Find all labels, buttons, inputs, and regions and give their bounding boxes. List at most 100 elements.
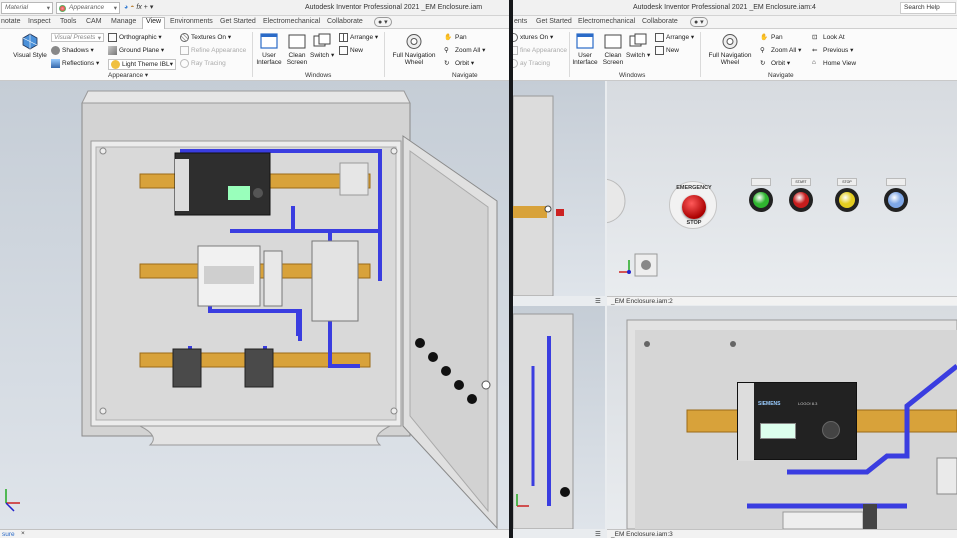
right-bottom-left-viewport[interactable] bbox=[513, 306, 605, 529]
previous-view-button[interactable]: ⇐ Previous ▾ bbox=[812, 46, 853, 55]
emergency-stop-button[interactable] bbox=[682, 195, 706, 219]
right-inventor-window: Autodesk Inventor Professional 2021 _EM … bbox=[513, 0, 957, 538]
ray-tracing-label: ay Tracing bbox=[520, 60, 550, 68]
ribbon-options-icon[interactable]: ● ▾ bbox=[374, 17, 392, 27]
left-3d-viewport[interactable] bbox=[0, 81, 509, 529]
switch-button[interactable]: Switch ▾ bbox=[626, 33, 650, 59]
ray-tracing-button[interactable]: ay Tracing bbox=[513, 59, 550, 68]
zoom-all-button[interactable]: ⚲ Zoom All ▾ bbox=[444, 46, 485, 55]
lighting-style-dropdown[interactable]: Light Theme IBL ▾ bbox=[108, 59, 176, 70]
search-help-field[interactable]: Search Help bbox=[900, 2, 956, 14]
textures-icon bbox=[180, 33, 189, 42]
new-window-label: New bbox=[666, 47, 680, 55]
tab-collaborate[interactable]: Collaborate bbox=[642, 18, 678, 25]
close-tab-icon[interactable]: × bbox=[21, 530, 25, 537]
tab-get-started[interactable]: Get Started bbox=[220, 18, 256, 25]
switch-button[interactable]: Switch ▾ bbox=[310, 33, 334, 59]
appearance-panel-title[interactable]: Appearance ▾ bbox=[108, 71, 148, 79]
tabs-menu-icon[interactable]: ☰ bbox=[595, 297, 601, 305]
reflections-button[interactable]: Reflections ▾ bbox=[51, 59, 99, 68]
panel-separator bbox=[384, 32, 385, 77]
switch-icon bbox=[313, 33, 331, 47]
look-at-button[interactable]: ⊡ Look At bbox=[812, 33, 845, 42]
appearance-dropdown[interactable]: Appearance ▾ bbox=[56, 2, 120, 14]
new-window-button[interactable]: New bbox=[655, 46, 679, 55]
zoom-all-label: Zoom All bbox=[455, 47, 481, 55]
tab-environments[interactable]: Environments bbox=[170, 18, 213, 25]
window-title: Autodesk Inventor Professional 2021 _EM … bbox=[305, 4, 483, 11]
right-top-viewport[interactable]: ◎ ✋ ⚲ ↻ ⊡ EMERGENCY STOP bbox=[607, 81, 957, 296]
left-viewport-tabs: sure × bbox=[0, 529, 509, 538]
full-navigation-wheel-button[interactable]: Full Navigation Wheel bbox=[388, 33, 440, 67]
new-window-button[interactable]: New bbox=[339, 46, 363, 55]
tab-annotate[interactable]: notate bbox=[1, 18, 20, 25]
enclosure-side-view bbox=[513, 95, 564, 296]
ground-plane-button[interactable]: Ground Plane ▾ bbox=[108, 46, 164, 55]
blue-pilot-light bbox=[884, 178, 908, 212]
textures-on-button[interactable]: Textures On ▾ bbox=[180, 33, 231, 42]
axis-origin bbox=[627, 270, 631, 274]
look-at-label: Look At bbox=[823, 34, 845, 42]
tab-inspect[interactable]: Inspect bbox=[28, 18, 51, 25]
shadows-button[interactable]: Shadows ▾ bbox=[51, 46, 94, 55]
orbit-button[interactable]: ↻ Orbit ▾ bbox=[760, 59, 790, 68]
tabs-menu-icon[interactable]: ☰ bbox=[595, 530, 601, 538]
ray-tracing-button[interactable]: Ray Tracing bbox=[180, 59, 226, 68]
right-top-left-viewport[interactable] bbox=[513, 81, 605, 296]
visual-style-button[interactable]: Visual Style bbox=[10, 33, 50, 59]
orbit-button[interactable]: ↻ Orbit ▾ bbox=[444, 59, 474, 68]
tab-manage[interactable]: Manage bbox=[111, 18, 136, 25]
refine-appearance-button[interactable]: Refine Appearance bbox=[180, 46, 246, 55]
tab-get-started[interactable]: Get Started bbox=[536, 18, 572, 25]
tab-environments[interactable]: ents bbox=[514, 18, 527, 25]
refine-appearance-icon bbox=[180, 46, 189, 55]
arrange-button[interactable]: Arrange ▾ bbox=[339, 33, 378, 42]
user-interface-button[interactable]: User Interface bbox=[255, 33, 283, 67]
material-value: Material bbox=[5, 4, 29, 11]
door-lock-cylinder bbox=[641, 260, 651, 270]
pan-button[interactable]: ✋ Pan bbox=[444, 33, 467, 42]
visual-presets-dropdown[interactable]: Visual Presets ▾ bbox=[51, 33, 104, 42]
home-view-button[interactable]: ⌂ Home View bbox=[812, 59, 856, 68]
zoom-all-button[interactable]: ⚲ Zoom All ▾ bbox=[760, 46, 801, 55]
chevron-down-icon: ▾ bbox=[97, 35, 101, 42]
textures-on-button[interactable]: xtures On ▾ bbox=[513, 33, 553, 42]
start-pushbutton[interactable]: START bbox=[789, 178, 813, 212]
orthographic-button[interactable]: Orthographic ▾ bbox=[108, 33, 162, 42]
tab-electromechanical[interactable]: Electromechanical bbox=[263, 18, 320, 25]
clean-screen-button[interactable]: Clean Screen bbox=[600, 33, 626, 67]
arrange-button[interactable]: Arrange ▾ bbox=[655, 33, 694, 42]
clean-screen-button[interactable]: Clean Screen bbox=[284, 33, 310, 67]
stop-pushbutton[interactable]: STOP bbox=[835, 178, 859, 212]
new-window-icon bbox=[655, 46, 664, 55]
viewport-tab-3[interactable]: _EM Enclosure.iam:3 bbox=[611, 531, 673, 538]
right-bottom-viewport[interactable]: SIEMENS LOGO! 8.3 bbox=[607, 306, 957, 529]
appearance-value: Appearance bbox=[69, 4, 105, 11]
tab-view[interactable]: View bbox=[142, 17, 166, 29]
tab-electromechanical[interactable]: Electromechanical bbox=[578, 18, 635, 25]
appearance-panel-label: Appearance bbox=[108, 72, 144, 79]
quick-access-icons[interactable]: ◕ ◓ fx + ▾ bbox=[124, 3, 153, 11]
plc-keypad bbox=[822, 421, 840, 439]
previous-icon: ⇐ bbox=[812, 47, 818, 54]
orthographic-icon bbox=[108, 33, 117, 42]
ribbon-options-icon[interactable]: ● ▾ bbox=[690, 17, 708, 27]
tab-collaborate[interactable]: Collaborate bbox=[327, 18, 363, 25]
pan-label: Pan bbox=[771, 34, 783, 42]
user-interface-button[interactable]: User Interface bbox=[571, 33, 599, 67]
pan-button[interactable]: ✋ Pan bbox=[760, 33, 783, 42]
document-tab[interactable]: sure bbox=[2, 531, 15, 538]
appearance-ball-icon bbox=[59, 5, 66, 12]
refine-appearance-button[interactable]: fine Appearance bbox=[513, 46, 567, 55]
yellow-lens bbox=[839, 192, 855, 208]
plc-model: LOGO! 8.3 bbox=[798, 401, 818, 406]
terminal-block-group bbox=[339, 162, 369, 196]
full-navigation-wheel-button[interactable]: Full Navigation Wheel bbox=[704, 33, 756, 67]
tab-cam[interactable]: CAM bbox=[86, 18, 102, 25]
material-dropdown[interactable]: Material ▾ bbox=[1, 2, 53, 14]
light-bulb-icon bbox=[111, 60, 120, 69]
tab-tools[interactable]: Tools bbox=[60, 18, 76, 25]
terminal-end bbox=[863, 504, 877, 529]
viewport-tab-2[interactable]: _EM Enclosure.iam:2 bbox=[611, 298, 673, 305]
switch-label: Switch bbox=[626, 52, 646, 59]
